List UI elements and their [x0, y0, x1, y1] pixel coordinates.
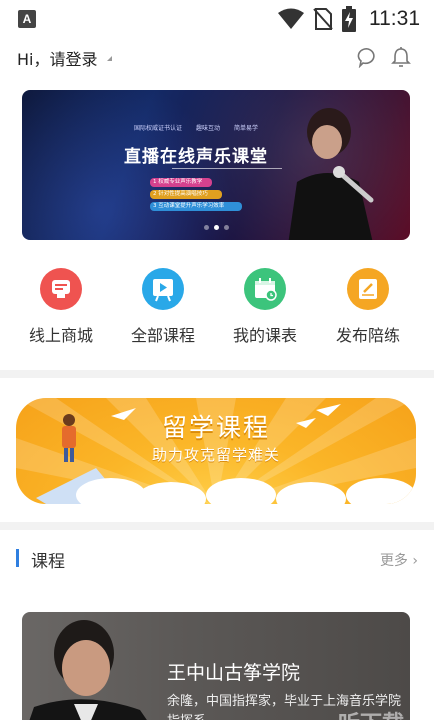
wifi-icon [278, 8, 304, 29]
app-home-screen: A 11:31 Hi，请登录 国际权威证书认证 趣味互动 简单易学 直播在线声乐… [0, 0, 434, 728]
app-notification-icon: A [18, 10, 36, 28]
caret-icon [107, 56, 112, 61]
section-title: 课程 [31, 552, 65, 572]
banner-tags: 国际权威证书认证 趣味互动 简单易学 [134, 123, 258, 132]
menu-label: 全部课程 [130, 326, 195, 345]
course-title: 王中山古筝学院 [167, 662, 301, 684]
no-sim-icon [313, 8, 333, 30]
menu-label: 线上商城 [28, 326, 93, 345]
banner-divider [172, 168, 282, 169]
section-divider [0, 522, 434, 530]
banner-bullets: 1 权威专业声乐教学 2 针对性提高演唱技巧 3 互动课堂提升声乐学习效率 [150, 178, 270, 214]
calendar-icon [244, 268, 286, 310]
bottom-tab-bar [0, 720, 434, 728]
abroad-title: 留学课程 [161, 413, 270, 442]
bell-icon[interactable] [390, 46, 412, 68]
play-board-icon [142, 268, 184, 310]
section-accent-bar [16, 549, 19, 567]
menu-label: 发布陪练 [335, 326, 400, 345]
carousel-dot[interactable] [203, 225, 209, 230]
banner-tag: 简单易学 [234, 125, 259, 132]
store-icon [40, 268, 82, 310]
banner-tag: 国际权威证书认证 [134, 125, 183, 132]
banner-bullet: 3 互动课堂提升声乐学习效率 [150, 202, 242, 211]
cloud-decoration [346, 478, 416, 504]
edit-book-icon [347, 268, 389, 310]
banner-title: 直播在线声乐课堂 [124, 147, 268, 167]
more-label: 更多 [379, 553, 408, 569]
menu-online-store[interactable]: 线上商城 [11, 268, 111, 346]
menu-post-practice[interactable]: 发布陪练 [318, 268, 418, 346]
course-section-header: 课程 更多 › [0, 540, 434, 576]
instructor-photo [26, 620, 153, 728]
status-bar: A 11:31 [0, 0, 434, 38]
carousel-dot-active[interactable] [213, 225, 219, 230]
menu-all-courses[interactable]: 全部课程 [113, 268, 213, 346]
carousel-indicator [22, 225, 410, 230]
chat-icon[interactable] [357, 46, 379, 68]
battery-charging-icon [342, 6, 356, 32]
status-icons: 11:31 [277, 5, 420, 33]
chevron-right-icon: › [412, 553, 418, 569]
section-divider [0, 370, 434, 378]
cloud-decoration [206, 478, 276, 504]
promo-banner-carousel[interactable]: 国际权威证书认证 趣味互动 简单易学 直播在线声乐课堂 1 权威专业声乐教学 2… [22, 90, 410, 240]
course-card[interactable]: 王中山古筝学院 余隆，中国指挥家，毕业于上海音乐学院指挥系 听下载 [22, 612, 410, 728]
quick-menu: 线上商城 全部课程 我的课表 发布陪练 [0, 268, 434, 348]
abroad-subtitle: 助力攻克留学难关 [151, 446, 280, 464]
menu-label: 我的课表 [232, 326, 297, 345]
singer-illustration [288, 108, 374, 240]
carousel-dot[interactable] [223, 225, 229, 230]
menu-my-schedule[interactable]: 我的课表 [215, 268, 315, 346]
login-prompt[interactable]: Hi，请登录 [17, 46, 97, 70]
top-header: Hi，请登录 [0, 42, 434, 74]
study-abroad-banner[interactable]: 留学课程 助力攻克留学难关 [16, 398, 416, 504]
more-link[interactable]: 更多 › [380, 550, 418, 570]
banner-bullet: 1 权威专业声乐教学 [150, 178, 212, 187]
banner-bullet: 2 针对性提高演唱技巧 [150, 190, 222, 199]
banner-tag: 趣味互动 [196, 125, 221, 132]
clock: 11:31 [369, 7, 420, 30]
